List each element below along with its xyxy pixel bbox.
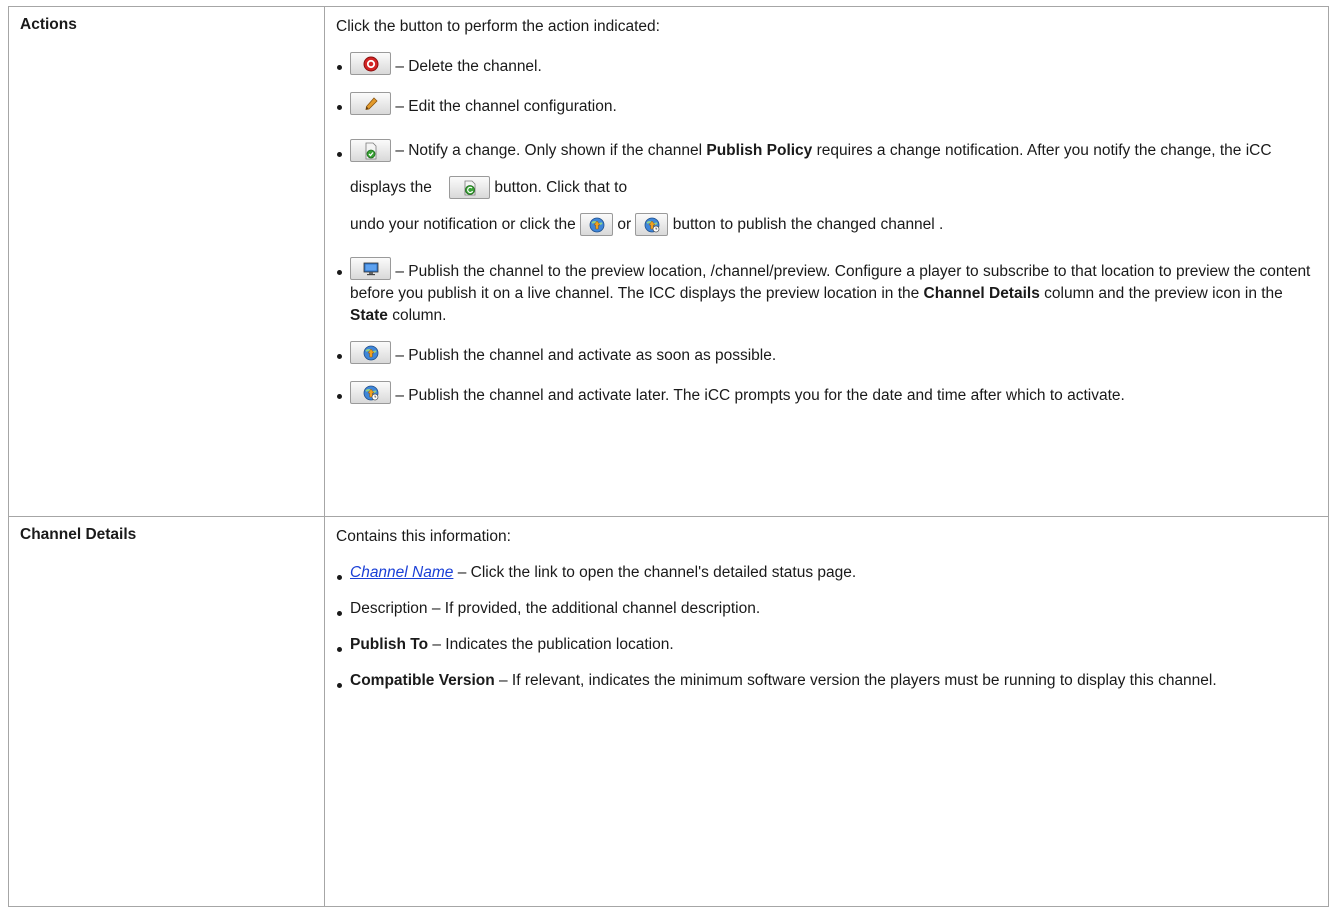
notify-button[interactable] <box>350 139 391 163</box>
list-item: – Notify a change. Only shown if the cha… <box>336 132 1318 243</box>
undo-notify-icon <box>464 180 475 196</box>
preview-button[interactable] <box>350 257 391 280</box>
definition-table: Actions Click the button to perform the … <box>8 6 1329 907</box>
description-cell: Contains this information: Channel Name … <box>324 516 1329 907</box>
channel-name-link[interactable]: Channel Name <box>350 564 453 581</box>
list-item: Compatible Version – If relevant, indica… <box>336 670 1318 692</box>
table-row: Channel Details Contains this informatio… <box>8 516 1329 907</box>
term-cell: Channel Details <box>8 516 325 907</box>
list-item: Publish To – Indicates the publication l… <box>336 634 1318 656</box>
intro-text: Contains this information: <box>336 528 511 545</box>
list-item: Description – If provided, the additiona… <box>336 598 1318 620</box>
intro-text: Click the button to perform the action i… <box>336 18 660 35</box>
delete-button[interactable] <box>350 52 391 75</box>
list-item: – Delete the channel. <box>336 52 1318 78</box>
monitor-icon <box>363 262 378 275</box>
undo-notify-button[interactable] <box>449 176 491 200</box>
publish-globe-icon <box>589 217 604 233</box>
actions-list: – Delete the channel. – Edit the channel… <box>336 52 1318 407</box>
edit-button[interactable] <box>350 92 391 115</box>
description-cell: Click the button to perform the action i… <box>324 6 1329 517</box>
delete-icon <box>363 56 378 71</box>
publish-later-button[interactable] <box>635 213 669 237</box>
list-item: – Publish the channel and activate as so… <box>336 341 1318 367</box>
details-list: Channel Name – Click the link to open th… <box>336 562 1318 692</box>
publish-globe-icon <box>363 345 378 360</box>
publish-later-button[interactable] <box>350 381 391 404</box>
list-item: Channel Name – Click the link to open th… <box>336 562 1318 584</box>
publish-now-button[interactable] <box>350 341 391 364</box>
pencil-icon <box>365 96 378 110</box>
publish-now-button[interactable] <box>580 213 614 237</box>
notify-document-icon <box>365 142 376 160</box>
publish-later-globe-icon <box>363 385 378 400</box>
table-row: Actions Click the button to perform the … <box>8 6 1329 517</box>
term-cell: Actions <box>8 6 325 517</box>
list-item: – Publish the channel to the preview loc… <box>336 257 1318 327</box>
publish-later-globe-icon <box>644 217 660 233</box>
list-item: – Publish the channel and activate later… <box>336 381 1318 407</box>
list-item: – Edit the channel configuration. <box>336 92 1318 118</box>
